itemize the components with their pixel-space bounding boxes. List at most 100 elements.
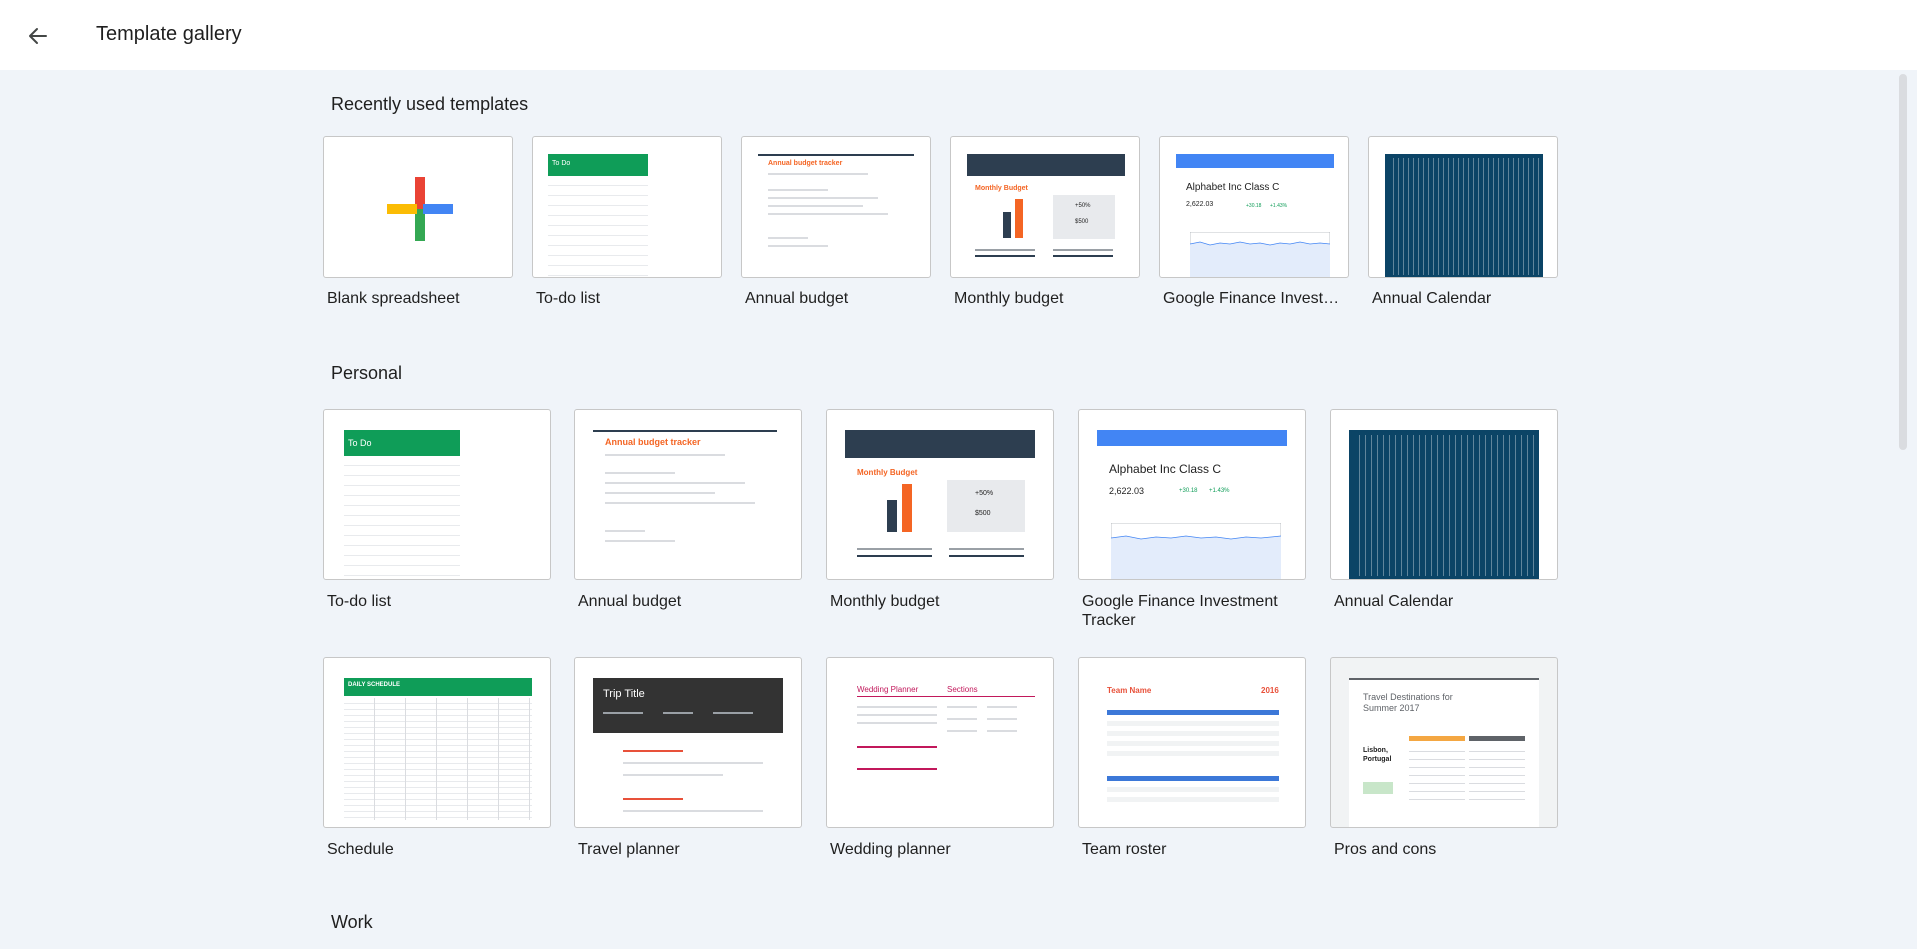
- section-title-personal: Personal: [331, 363, 403, 383]
- text-line: [947, 730, 977, 732]
- divider: [857, 696, 1035, 697]
- dark-banner: [967, 154, 1125, 176]
- text-line: [949, 555, 1024, 557]
- budget-title: Annual budget tracker: [768, 160, 843, 167]
- text-line: [857, 548, 932, 550]
- monthly-title: Monthly Budget: [975, 185, 1028, 192]
- text-line: [949, 548, 1024, 550]
- text-line: [605, 502, 755, 504]
- table-rows: [1107, 782, 1279, 802]
- roster-year: 2016: [1261, 686, 1279, 695]
- finance-title: Alphabet Inc Class C: [1109, 462, 1222, 476]
- todo-title: To Do: [348, 438, 372, 448]
- template-thumbnail: Annual budget tracker: [741, 136, 931, 278]
- finance-price: 2,622.03: [1109, 486, 1145, 496]
- template-thumbnail: Monthly Budget +50% $500: [826, 409, 1054, 580]
- text-line: [623, 774, 723, 776]
- text-line: [987, 706, 1017, 708]
- roster-title: Team Name: [1107, 686, 1152, 695]
- blue-banner: [1097, 430, 1287, 446]
- text-line: [605, 482, 745, 484]
- template-label: Annual Calendar: [1334, 593, 1454, 610]
- template-thumbnail: Annual budget tracker: [574, 409, 802, 580]
- todo-header: To Do: [344, 430, 460, 456]
- calendar-grid: [1349, 430, 1539, 579]
- pros-header: [1409, 736, 1465, 741]
- divider: [1349, 678, 1539, 680]
- table-header: [1107, 710, 1279, 715]
- todo-header: To Do: [548, 154, 648, 176]
- budget-title: Annual budget tracker: [605, 437, 701, 447]
- chart-bar: [1015, 199, 1023, 238]
- summary-amt: $500: [1075, 219, 1089, 225]
- pros-city: Lisbon, Portugal: [1363, 747, 1392, 763]
- pros-title: Travel Destinations for Summer 2017: [1363, 692, 1453, 713]
- schedule-title: DAILY SCHEDULE: [348, 682, 401, 688]
- plus-icon: [387, 177, 453, 241]
- summary-box: +50% $500: [1053, 195, 1115, 239]
- dark-banner: [845, 430, 1035, 458]
- text-line: [857, 722, 937, 724]
- finance-price: 2,622.03: [1186, 201, 1214, 208]
- text-line: [603, 712, 643, 714]
- page-title: Template gallery: [96, 23, 242, 45]
- text-line: [623, 750, 683, 752]
- template-label: Monthly budget: [830, 593, 940, 610]
- template-label: Wedding planner: [830, 841, 951, 858]
- template-thumbnail: DAILY SCHEDULE: [323, 657, 551, 828]
- template-thumbnail: Monthly Budget +50% $500: [950, 136, 1140, 278]
- text-line: [1053, 255, 1113, 257]
- template-thumbnail: [1330, 409, 1558, 580]
- wedding-title: Wedding Planner: [857, 685, 919, 694]
- pros-list: [1409, 744, 1465, 804]
- text-line: [663, 712, 693, 714]
- finance-change: +30.18: [1246, 203, 1262, 209]
- todo-rows: [548, 176, 648, 277]
- text-line: [975, 249, 1035, 251]
- template-label: To-do list: [536, 290, 601, 307]
- chart-bar: [902, 484, 912, 532]
- schedule-header: DAILY SCHEDULE: [344, 678, 532, 696]
- template-label: Google Finance Invest…: [1163, 290, 1340, 307]
- text-line: [975, 255, 1035, 257]
- template-label: Annual budget: [745, 290, 849, 307]
- text-line: [713, 712, 753, 714]
- text-line: [605, 472, 675, 474]
- text-line: [1053, 249, 1113, 251]
- template-thumbnail: Trip Title: [574, 657, 802, 828]
- template-thumbnail: To Do: [323, 409, 551, 580]
- template-label: Blank spreadsheet: [327, 290, 460, 307]
- text-line: [768, 173, 868, 175]
- finance-change: +30.18: [1179, 488, 1198, 494]
- summary-pct: +50%: [975, 490, 994, 497]
- template-label: Travel planner: [578, 841, 680, 858]
- summary-box: +50% $500: [947, 480, 1025, 532]
- template-label: Annual budget: [578, 593, 682, 610]
- template-label: Pros and cons: [1334, 841, 1437, 858]
- blue-banner: [1176, 154, 1334, 168]
- finance-line-chart: [1111, 523, 1281, 579]
- section-title-work: Work: [331, 912, 373, 932]
- text-line: [857, 706, 937, 708]
- wedding-sections: Sections: [947, 685, 978, 694]
- finance-title: Alphabet Inc Class C: [1186, 182, 1280, 193]
- gallery-content: Recently used templates Blank spreadshee…: [0, 70, 1917, 949]
- template-thumbnail: Travel Destinations for Summer 2017 Lisb…: [1330, 657, 1558, 828]
- text-line: [768, 197, 878, 199]
- template-label: To-do list: [327, 593, 392, 610]
- text-line: [987, 730, 1017, 732]
- table-rows: [1107, 716, 1279, 760]
- chart-bar: [887, 500, 897, 532]
- text-line: [857, 555, 932, 557]
- calendar-grid: [1385, 154, 1543, 277]
- template-thumbnail: Alphabet Inc Class C 2,622.03 +30.18 +1.…: [1078, 409, 1306, 580]
- vertical-scrollbar[interactable]: [1899, 74, 1907, 450]
- text-line: [768, 189, 828, 191]
- template-label: Monthly budget: [954, 290, 1064, 307]
- template-thumbnail: Alphabet Inc Class C 2,622.03 +30.18 +1.…: [1159, 136, 1349, 278]
- back-button[interactable]: [22, 20, 54, 52]
- divider: [593, 430, 777, 432]
- cons-header: [1469, 736, 1525, 741]
- text-line: [987, 718, 1017, 720]
- text-line: [857, 746, 937, 748]
